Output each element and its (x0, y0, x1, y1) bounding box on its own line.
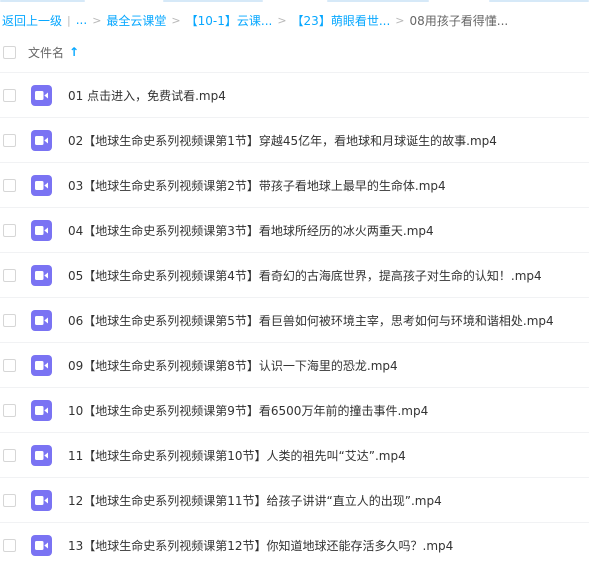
chevron-right-icon: > (277, 13, 287, 27)
row-checkbox[interactable] (3, 313, 16, 327)
camera-icon (35, 360, 48, 370)
video-file-icon (31, 444, 52, 466)
back-link[interactable]: 返回上一级 (2, 12, 62, 29)
video-file-icon (31, 129, 52, 151)
file-name[interactable]: 09【地球生命史系列视频课第8节】认识一下海里的恐龙.mp4 (68, 357, 398, 374)
camera-icon (35, 180, 48, 190)
row-checkbox[interactable] (3, 448, 16, 462)
chevron-right-icon: > (171, 13, 181, 27)
camera-icon (35, 405, 48, 415)
file-name[interactable]: 01 点击进入，免费试看.mp4 (68, 87, 226, 104)
camera-icon (35, 270, 48, 280)
breadcrumb: 返回上一级 | ... > 最全云课堂 > 【10-1】云课... > 【23】… (2, 9, 583, 31)
file-name[interactable]: 11【地球生命史系列视频课第10节】人类的祖先叫“艾达”.mp4 (68, 447, 406, 464)
table-row[interactable]: 04【地球生命史系列视频课第3节】看地球所经历的冰火两重天.mp4 (0, 207, 589, 252)
breadcrumb-item[interactable]: 最全云课堂 (106, 12, 166, 29)
file-list-header: 文件名 ↑ (0, 40, 589, 64)
table-row[interactable]: 05【地球生命史系列视频课第4节】看奇幻的古海底世界，提高孩子对生命的认知！.m… (0, 252, 589, 297)
video-file-icon (31, 309, 52, 331)
file-name[interactable]: 04【地球生命史系列视频课第3节】看地球所经历的冰火两重天.mp4 (68, 222, 434, 239)
file-list: 01 点击进入，免费试看.mp4 02【地球生命史系列视频课第1节】穿越45亿年，… (0, 72, 589, 567)
chevron-right-icon: > (92, 13, 102, 27)
row-checkbox[interactable] (3, 88, 16, 102)
breadcrumb-item[interactable]: 【10-1】云课... (186, 12, 273, 29)
column-header-filename[interactable]: 文件名 (28, 44, 64, 61)
row-checkbox[interactable] (3, 538, 16, 552)
file-name[interactable]: 10【地球生命史系列视频课第9节】看6500万年前的撞击事件.mp4 (68, 402, 428, 419)
table-row[interactable]: 09【地球生命史系列视频课第8节】认识一下海里的恐龙.mp4 (0, 342, 589, 387)
row-checkbox[interactable] (3, 133, 16, 147)
video-file-icon (31, 399, 52, 421)
table-row[interactable]: 12【地球生命史系列视频课第11节】给孩子讲讲“直立人的出现”.mp4 (0, 477, 589, 522)
camera-icon (35, 495, 48, 505)
top-tab-strip (0, 0, 589, 3)
camera-icon (35, 135, 48, 145)
table-row[interactable]: 01 点击进入，免费试看.mp4 (0, 72, 589, 117)
row-checkbox[interactable] (3, 223, 16, 237)
row-checkbox[interactable] (3, 178, 16, 192)
video-file-icon (31, 534, 52, 556)
row-checkbox[interactable] (3, 403, 16, 417)
file-name[interactable]: 12【地球生命史系列视频课第11节】给孩子讲讲“直立人的出现”.mp4 (68, 492, 442, 509)
camera-icon (35, 90, 48, 100)
table-row[interactable]: 11【地球生命史系列视频课第10节】人类的祖先叫“艾达”.mp4 (0, 432, 589, 477)
video-file-icon (31, 219, 52, 241)
table-row[interactable]: 03【地球生命史系列视频课第2节】带孩子看地球上最早的生命体.mp4 (0, 162, 589, 207)
video-file-icon (31, 264, 52, 286)
chevron-right-icon: > (395, 13, 405, 27)
breadcrumb-item[interactable]: 【23】萌眼看世... (292, 12, 391, 29)
video-file-icon (31, 174, 52, 196)
sort-arrow-up-icon[interactable]: ↑ (69, 45, 79, 59)
video-file-icon (31, 84, 52, 106)
row-checkbox[interactable] (3, 493, 16, 507)
file-name[interactable]: 02【地球生命史系列视频课第1节】穿越45亿年，看地球和月球诞生的故事.mp4 (68, 132, 497, 149)
table-row[interactable]: 06【地球生命史系列视频课第5节】看巨兽如何被环境主宰，思考如何与环境和谐相处.… (0, 297, 589, 342)
video-file-icon (31, 489, 52, 511)
select-all-checkbox[interactable] (3, 45, 16, 59)
camera-icon (35, 540, 48, 550)
file-name[interactable]: 05【地球生命史系列视频课第4节】看奇幻的古海底世界，提高孩子对生命的认知！.m… (68, 267, 542, 284)
table-row[interactable]: 13【地球生命史系列视频课第12节】你知道地球还能存活多久吗？.mp4 (0, 522, 589, 567)
camera-icon (35, 315, 48, 325)
breadcrumb-current: 08用孩子看得懂... (409, 13, 509, 28)
breadcrumb-ellipsis[interactable]: ... (76, 13, 87, 27)
file-name[interactable]: 06【地球生命史系列视频课第5节】看巨兽如何被环境主宰，思考如何与环境和谐相处.… (68, 312, 554, 329)
video-file-icon (31, 354, 52, 376)
file-name[interactable]: 13【地球生命史系列视频课第12节】你知道地球还能存活多久吗？.mp4 (68, 537, 453, 554)
table-row[interactable]: 02【地球生命史系列视频课第1节】穿越45亿年，看地球和月球诞生的故事.mp4 (0, 117, 589, 162)
row-checkbox[interactable] (3, 358, 16, 372)
file-name[interactable]: 03【地球生命史系列视频课第2节】带孩子看地球上最早的生命体.mp4 (68, 177, 446, 194)
row-checkbox[interactable] (3, 268, 16, 282)
camera-icon (35, 225, 48, 235)
camera-icon (35, 450, 48, 460)
breadcrumb-separator: | (67, 13, 71, 27)
table-row[interactable]: 10【地球生命史系列视频课第9节】看6500万年前的撞击事件.mp4 (0, 387, 589, 432)
